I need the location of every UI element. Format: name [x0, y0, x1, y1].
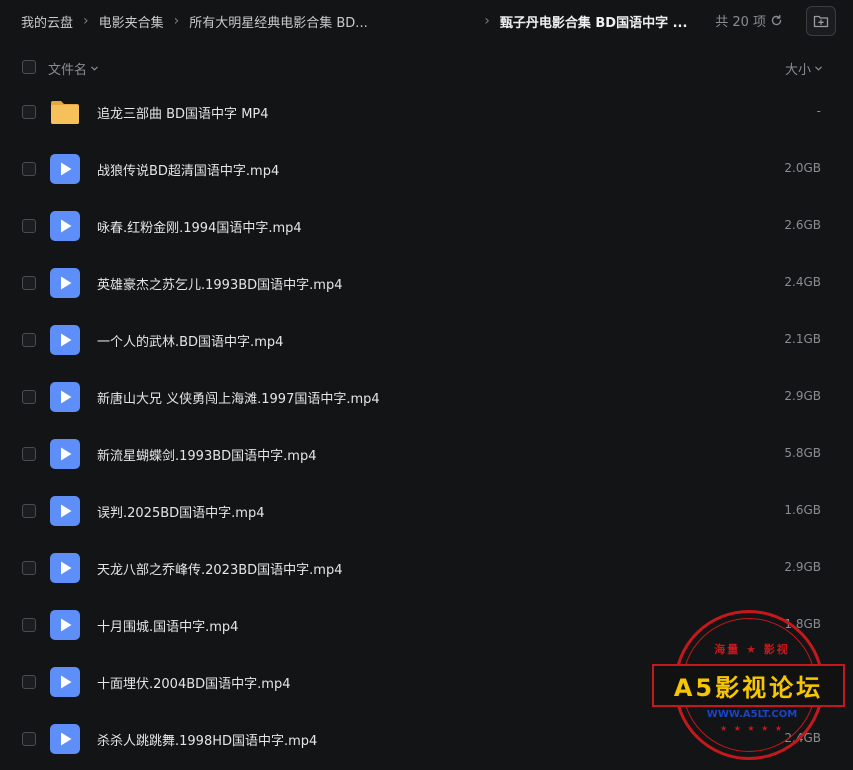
row-checkbox[interactable] — [22, 675, 36, 689]
video-file-icon — [49, 666, 81, 698]
file-row[interactable]: 追龙三部曲 BD国语中字 MP4 - — [0, 83, 853, 140]
sort-by-size[interactable]: 大小 — [785, 59, 823, 78]
video-file-icon — [49, 438, 81, 470]
file-size: 2.1GB — [784, 332, 821, 346]
file-name[interactable]: 十面埋伏.2004BD国语中字.mp4 — [97, 673, 290, 692]
file-name[interactable]: 一个人的武林.BD国语中字.mp4 — [97, 331, 283, 350]
new-folder-button[interactable] — [806, 6, 836, 36]
file-row[interactable]: 杀杀人跳跳舞.1998HD国语中字.mp4 2.4GB — [0, 710, 853, 767]
breadcrumb-item-movie-folder[interactable]: 电影夹合集 — [99, 12, 164, 31]
refresh-icon[interactable] — [770, 14, 783, 27]
file-size: 5.8GB — [784, 446, 821, 460]
file-name[interactable]: 十月围城.国语中字.mp4 — [97, 616, 238, 635]
folder-icon — [49, 96, 81, 128]
row-checkbox[interactable] — [22, 162, 36, 176]
breadcrumb: 我的云盘 › 电影夹合集 › 所有大明星经典电影合集 BD... › 甄子丹电影… — [21, 11, 715, 31]
file-size: - — [816, 104, 821, 118]
row-checkbox[interactable] — [22, 219, 36, 233]
file-size: 2.4GB — [784, 275, 821, 289]
file-size: 1.8GB — [784, 617, 821, 631]
file-size: 2.6GB — [784, 218, 821, 232]
select-all-checkbox[interactable] — [22, 60, 36, 74]
file-browser: 我的云盘 › 电影夹合集 › 所有大明星经典电影合集 BD... › 甄子丹电影… — [0, 0, 853, 770]
breadcrumb-item-my-drive[interactable]: 我的云盘 — [21, 12, 73, 31]
folder-plus-icon — [813, 15, 829, 28]
file-name[interactable]: 新唐山大兄 义侠勇闯上海滩.1997国语中字.mp4 — [97, 388, 380, 407]
row-checkbox[interactable] — [22, 732, 36, 746]
breadcrumb-current: 甄子丹电影合集 BD国语中字 ... — [499, 15, 688, 31]
breadcrumb-item-star-collection[interactable]: 所有大明星经典电影合集 BD... — [189, 12, 474, 31]
file-size: 2.9GB — [784, 389, 821, 403]
video-file-icon — [49, 381, 81, 413]
file-row[interactable]: 英雄豪杰之苏乞儿.1993BD国语中字.mp4 2.4GB — [0, 254, 853, 311]
top-bar: 我的云盘 › 电影夹合集 › 所有大明星经典电影合集 BD... › 甄子丹电影… — [0, 0, 853, 42]
file-name[interactable]: 追龙三部曲 BD国语中字 MP4 — [97, 103, 269, 122]
row-checkbox[interactable] — [22, 618, 36, 632]
video-file-icon — [49, 723, 81, 755]
row-checkbox[interactable] — [22, 504, 36, 518]
video-file-icon — [49, 267, 81, 299]
item-count-label: 共 20 项 — [715, 15, 766, 30]
video-file-icon — [49, 153, 81, 185]
sort-by-name[interactable]: 文件名 — [48, 59, 99, 78]
file-name[interactable]: 英雄豪杰之苏乞儿.1993BD国语中字.mp4 — [97, 274, 342, 293]
chevron-down-icon — [91, 66, 98, 71]
chevron-right-icon: › — [173, 13, 180, 29]
chevron-right-icon: › — [484, 13, 490, 29]
file-name[interactable]: 误判.2025BD国语中字.mp4 — [97, 502, 264, 521]
row-checkbox[interactable] — [22, 105, 36, 119]
file-row[interactable]: 十月围城.国语中字.mp4 1.8GB — [0, 596, 853, 653]
video-file-icon — [49, 324, 81, 356]
file-list: 追龙三部曲 BD国语中字 MP4 - 战狼传说BD超清国语中字.mp4 2.0GB 咏春… — [0, 83, 853, 767]
file-row[interactable]: 误判.2025BD国语中字.mp4 1.6GB — [0, 482, 853, 539]
row-checkbox[interactable] — [22, 333, 36, 347]
file-row[interactable]: 新流星蝴蝶剑.1993BD国语中字.mp4 5.8GB — [0, 425, 853, 482]
video-file-icon — [49, 210, 81, 242]
row-checkbox[interactable] — [22, 276, 36, 290]
row-checkbox[interactable] — [22, 390, 36, 404]
file-row[interactable]: 天龙八部之乔峰传.2023BD国语中字.mp4 2.9GB — [0, 539, 853, 596]
file-row[interactable]: 一个人的武林.BD国语中字.mp4 2.1GB — [0, 311, 853, 368]
file-name[interactable]: 天龙八部之乔峰传.2023BD国语中字.mp4 — [97, 559, 342, 578]
row-checkbox[interactable] — [22, 447, 36, 461]
file-name[interactable]: 咏春.红粉金刚.1994国语中字.mp4 — [97, 217, 302, 236]
file-size: 2.9GB — [784, 560, 821, 574]
file-row[interactable]: 十面埋伏.2004BD国语中字.mp4 — [0, 653, 853, 710]
video-file-icon — [49, 609, 81, 641]
file-row[interactable]: 咏春.红粉金刚.1994国语中字.mp4 2.6GB — [0, 197, 853, 254]
file-size: 2.4GB — [784, 731, 821, 745]
file-size: 1.6GB — [784, 503, 821, 517]
column-name-label: 文件名 — [48, 63, 88, 78]
file-size: 2.0GB — [784, 161, 821, 175]
file-row[interactable]: 新唐山大兄 义侠勇闯上海滩.1997国语中字.mp4 2.9GB — [0, 368, 853, 425]
column-size-label: 大小 — [784, 63, 811, 78]
file-name[interactable]: 战狼传说BD超清国语中字.mp4 — [97, 160, 279, 179]
video-file-icon — [49, 495, 81, 527]
file-row[interactable]: 战狼传说BD超清国语中字.mp4 2.0GB — [0, 140, 853, 197]
file-name[interactable]: 杀杀人跳跳舞.1998HD国语中字.mp4 — [97, 730, 317, 749]
chevron-down-icon — [815, 66, 822, 71]
item-count: 共 20 项 — [715, 11, 783, 30]
file-name[interactable]: 新流星蝴蝶剑.1993BD国语中字.mp4 — [97, 445, 316, 464]
list-header: 文件名 大小 — [0, 52, 853, 82]
chevron-right-icon: › — [83, 13, 89, 29]
row-checkbox[interactable] — [22, 561, 36, 575]
video-file-icon — [49, 552, 81, 584]
